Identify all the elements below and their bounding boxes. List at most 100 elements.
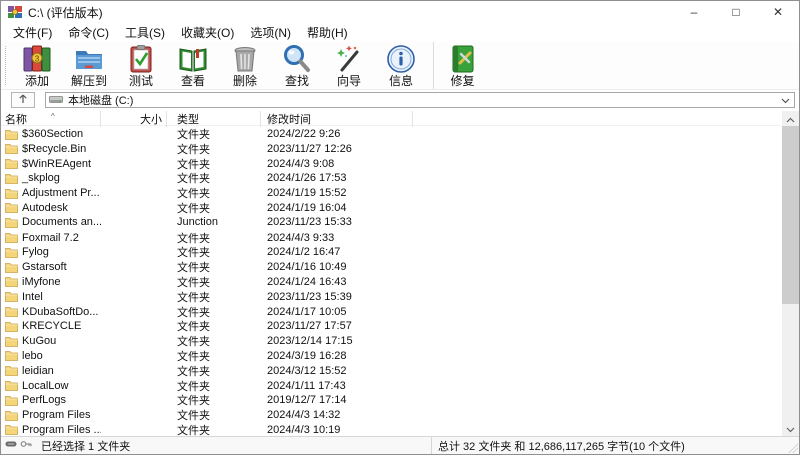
scroll-down-button[interactable] [782,421,799,436]
file-row[interactable]: $WinREAgent 文件夹 2024/4/3 9:08 [1,156,782,171]
svg-text:3: 3 [35,55,40,64]
file-type: 文件夹 [167,274,261,290]
file-row[interactable]: Intel 文件夹 2023/11/23 15:39 [1,289,782,304]
toolbar-button-label: 信息 [389,75,413,88]
column-header-name[interactable]: 名称 ^ [1,111,101,127]
file-modified: 2024/4/3 9:33 [261,232,413,244]
folder-icon [5,188,22,199]
file-row[interactable]: Fylog 文件夹 2024/1/2 16:47 [1,244,782,259]
file-row[interactable]: leidian 文件夹 2024/3/12 15:52 [1,363,782,378]
folder-icon [5,129,22,140]
file-type: 文件夹 [167,156,261,172]
folder-icon [5,217,22,228]
file-row[interactable]: Program Files 文件夹 2024/4/3 14:32 [1,407,782,422]
close-button[interactable]: ✕ [757,1,799,23]
menu-item[interactable]: 工具(S) [117,22,173,43]
file-name: Program Files [22,409,90,421]
resize-grip[interactable] [788,443,798,453]
file-type: 文件夹 [167,333,261,349]
column-header-row: 名称 ^ 大小 类型 修改时间 [1,111,782,126]
menu-item[interactable]: 文件(F) [5,22,60,43]
file-name: Gstarsoft [22,261,67,273]
file-name: KDubaSoftDo... [22,306,98,318]
file-type: 文件夹 [167,185,261,201]
vertical-scrollbar[interactable] [782,111,799,436]
column-header-modified[interactable]: 修改时间 [261,111,413,127]
file-row[interactable]: KDubaSoftDo... 文件夹 2024/1/17 10:05 [1,304,782,319]
toolbar-button[interactable]: 查看 [167,42,219,89]
repair-book-icon [447,43,479,75]
file-name: Foxmail 7.2 [22,232,79,244]
chevron-down-icon[interactable] [781,91,790,109]
file-rows: $360Section 文件夹 2024/2/22 9:26 $Recycle.… [1,126,782,436]
toolbar-button-label: 修复 [450,75,474,88]
scroll-up-button[interactable] [782,111,799,126]
delete-trash-icon [229,43,261,75]
column-header-size[interactable]: 大小 [101,111,167,127]
file-row[interactable]: LocalLow 文件夹 2024/1/11 17:43 [1,378,782,393]
file-row[interactable]: Gstarsoft 文件夹 2024/1/16 10:49 [1,259,782,274]
folder-icon [5,365,22,376]
file-row[interactable]: Adjustment Pr... 文件夹 2024/1/19 15:52 [1,185,782,200]
toolbar-button[interactable]: 删除 [219,42,271,89]
file-row[interactable]: Documents an... Junction 2023/11/23 15:3… [1,215,782,230]
folder-icon [5,291,22,302]
folder-icon [5,173,22,184]
folder-icon [5,395,22,406]
current-path: 本地磁盘 (C:) [68,92,781,108]
file-modified: 2024/4/3 9:08 [261,158,413,170]
key-icon[interactable] [20,439,35,452]
disk-icon[interactable] [5,439,20,452]
up-arrow-icon [18,91,28,109]
file-modified: 2024/1/16 10:49 [261,261,413,273]
file-row[interactable]: lebo 文件夹 2024/3/19 16:28 [1,348,782,363]
file-row[interactable]: KRECYCLE 文件夹 2023/11/27 17:57 [1,318,782,333]
folder-icon [5,350,22,361]
folder-icon [5,262,22,273]
file-type: 文件夹 [167,392,261,408]
file-modified: 2024/4/3 14:32 [261,409,413,421]
file-row[interactable]: iMyfone 文件夹 2024/1/24 16:43 [1,274,782,289]
toolbar-button[interactable]: 向导 [323,42,375,89]
file-modified: 2024/1/19 15:52 [261,187,413,199]
file-row[interactable]: $Recycle.Bin 文件夹 2023/11/27 12:26 [1,141,782,156]
menu-item[interactable]: 选项(N) [242,22,299,43]
toolbar-button[interactable]: 信息 [375,42,427,89]
file-row[interactable]: Program Files ... 文件夹 2024/4/3 10:19 [1,422,782,436]
status-bar: 已经选择 1 文件夹 总计 32 文件夹 和 12,686,117,265 字节… [1,436,799,454]
scrollbar-track[interactable] [782,126,799,421]
toolbar-button[interactable]: 修复 [433,42,485,89]
file-modified: 2019/12/7 17:14 [261,394,413,406]
file-name: Documents an... [22,216,101,228]
menu-item[interactable]: 帮助(H) [299,22,356,43]
file-row[interactable]: KuGou 文件夹 2023/12/14 17:15 [1,333,782,348]
menu-item[interactable]: 收藏夹(O) [173,22,242,43]
totals-status: 总计 32 文件夹 和 12,686,117,265 字节(10 个文件) [431,437,799,454]
toolbar-button[interactable]: 查找 [271,42,323,89]
file-name: Program Files ... [22,424,101,436]
file-row[interactable]: Autodesk 文件夹 2024/1/19 16:04 [1,200,782,215]
toolbar-button[interactable]: 解压到 [63,42,115,89]
toolbar-button[interactable]: 测试 [115,42,167,89]
add-archive-icon: 3 [21,43,53,75]
minimize-button[interactable]: – [673,1,715,23]
toolbar-button[interactable]: 3 添加 [11,42,63,89]
file-row[interactable]: _skplog 文件夹 2024/1/26 17:53 [1,170,782,185]
file-type: 文件夹 [167,348,261,364]
file-row[interactable]: PerfLogs 文件夹 2019/12/7 17:14 [1,392,782,407]
file-modified: 2024/3/19 16:28 [261,350,413,362]
file-type: 文件夹 [167,318,261,334]
file-type: 文件夹 [167,304,261,320]
maximize-button[interactable]: □ [715,1,757,23]
file-type: 文件夹 [167,378,261,394]
file-row[interactable]: $360Section 文件夹 2024/2/22 9:26 [1,126,782,141]
menu-item[interactable]: 命令(C) [60,22,117,43]
column-header-type[interactable]: 类型 [167,111,261,127]
toolbar-button-label: 解压到 [71,75,107,88]
file-row[interactable]: Foxmail 7.2 文件夹 2024/4/3 9:33 [1,230,782,245]
menu-bar: 文件(F)命令(C)工具(S)收藏夹(O)选项(N)帮助(H) [1,23,799,42]
address-combobox[interactable]: 本地磁盘 (C:) [45,92,795,108]
up-directory-button[interactable] [11,92,35,108]
scrollbar-thumb[interactable] [782,126,799,304]
file-name: PerfLogs [22,394,66,406]
